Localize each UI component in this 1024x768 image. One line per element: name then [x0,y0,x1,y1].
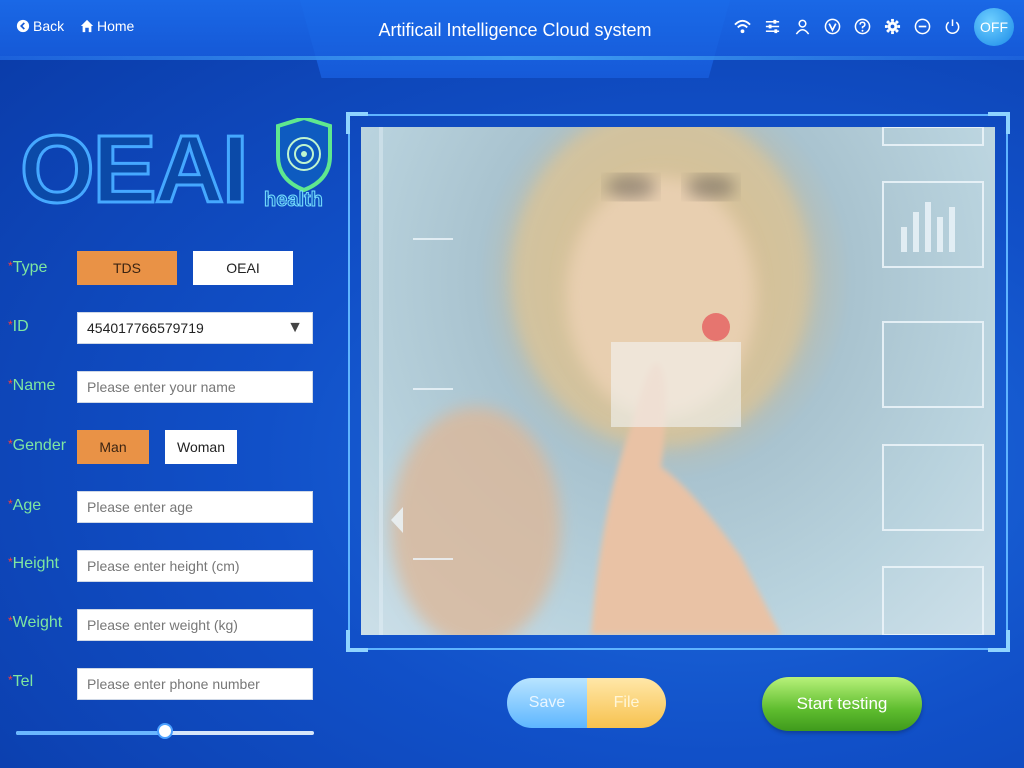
logo-main-text: OEAI [20,118,247,218]
v-badge-icon[interactable] [823,17,841,35]
power-icon[interactable] [943,17,961,35]
type-option-tds[interactable]: TDS [77,251,177,285]
gender-option-woman[interactable]: Woman [165,430,237,464]
top-bar-divider [0,56,1024,60]
type-label: *Type [8,259,48,276]
type-option-oeai[interactable]: OEAI [193,251,293,285]
name-input[interactable] [77,371,313,403]
age-label: *Age [8,497,42,514]
sliders-icon[interactable] [763,17,781,35]
camera-preview-graphic [379,127,984,635]
logo-sub-text: health [264,189,323,211]
id-label: *ID [8,318,29,335]
user-icon[interactable] [793,17,811,35]
power-toggle-button[interactable]: OFF [974,8,1014,46]
app-title: Artificail Intelligence Cloud system [378,20,652,40]
height-input[interactable] [77,550,313,582]
home-button[interactable]: Home [80,18,134,34]
weight-input[interactable] [77,609,313,641]
height-label: *Height [8,555,59,572]
help-icon[interactable] [853,17,871,35]
gender-option-man[interactable]: Man [77,430,149,464]
top-icon-bar [733,17,961,35]
gender-label: *Gender [8,437,67,454]
start-testing-button[interactable]: Start testing [762,677,922,731]
minimize-icon[interactable] [913,17,931,35]
tel-input[interactable] [77,668,313,700]
oeai-health-logo: OEAI health [20,118,332,218]
save-button[interactable]: Save [507,678,587,728]
tel-label: *Tel [8,673,34,690]
file-button[interactable]: File [587,678,666,728]
dropdown-arrow-icon: ▼ [287,319,303,336]
home-icon [80,19,94,33]
slider-fill [16,731,165,735]
id-select[interactable]: 454017766579719 ▼ [77,312,313,344]
camera-preview-image [361,127,995,635]
slider-handle[interactable] [157,723,173,739]
age-input[interactable] [77,491,313,523]
back-button[interactable]: Back [16,18,64,34]
name-label: *Name [8,377,56,394]
gear-icon[interactable] [883,17,901,35]
back-icon [16,19,30,33]
weight-label: *Weight [8,614,63,631]
wifi-icon[interactable] [733,17,751,35]
id-value: 454017766579719 [87,320,204,336]
home-label: Home [97,18,135,34]
back-label: Back [33,18,65,34]
